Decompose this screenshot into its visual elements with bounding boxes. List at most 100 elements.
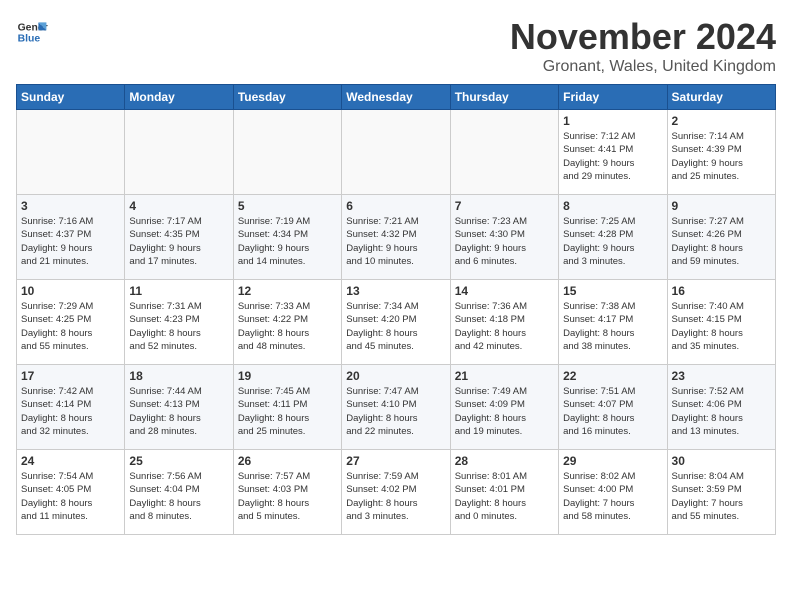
- day-number: 15: [563, 284, 662, 298]
- day-number: 5: [238, 199, 337, 213]
- calendar-cell: 17 Sunrise: 7:42 AM Sunset: 4:14 PM Dayli…: [17, 365, 125, 450]
- day-info: Sunrise: 7:52 AM Sunset: 4:06 PM Dayligh…: [672, 385, 771, 438]
- calendar-cell: 21 Sunrise: 7:49 AM Sunset: 4:09 PM Dayli…: [450, 365, 558, 450]
- calendar-cell: 1 Sunrise: 7:12 AM Sunset: 4:41 PM Daylig…: [559, 110, 667, 195]
- day-number: 9: [672, 199, 771, 213]
- calendar-cell: 13 Sunrise: 7:34 AM Sunset: 4:20 PM Dayli…: [342, 280, 450, 365]
- calendar-cell: 6 Sunrise: 7:21 AM Sunset: 4:32 PM Daylig…: [342, 195, 450, 280]
- day-number: 1: [563, 114, 662, 128]
- calendar-cell: 23Sunrise: 7:52 AM Sunset: 4:06 PM Dayli…: [667, 365, 775, 450]
- calendar-table: SundayMondayTuesdayWednesdayThursdayFrid…: [16, 84, 776, 535]
- calendar-cell: 26Sunrise: 7:57 AM Sunset: 4:03 PM Dayli…: [233, 450, 341, 535]
- day-info: Sunrise: 7:12 AM Sunset: 4:41 PM Dayligh…: [563, 130, 662, 183]
- day-number: 18: [129, 369, 228, 383]
- calendar-cell: 25 Sunrise: 7:56 AM Sunset: 4:04 PM Dayli…: [125, 450, 233, 535]
- day-info: Sunrise: 7:16 AM Sunset: 4:37 PM Dayligh…: [21, 215, 120, 268]
- day-info: Sunrise: 7:47 AM Sunset: 4:10 PM Dayligh…: [346, 385, 445, 438]
- calendar-cell: 22 Sunrise: 7:51 AM Sunset: 4:07 PM Dayli…: [559, 365, 667, 450]
- day-info: Sunrise: 7:29 AM Sunset: 4:25 PM Dayligh…: [21, 300, 120, 353]
- day-number: 17: [21, 369, 120, 383]
- day-info: Sunrise: 7:19 AM Sunset: 4:34 PM Dayligh…: [238, 215, 337, 268]
- calendar-cell: 2 Sunrise: 7:14 AM Sunset: 4:39 PM Daylig…: [667, 110, 775, 195]
- day-info: Sunrise: 7:36 AM Sunset: 4:18 PM Dayligh…: [455, 300, 554, 353]
- calendar-cell: 10 Sunrise: 7:29 AM Sunset: 4:25 PM Dayli…: [17, 280, 125, 365]
- calendar-cell: [342, 110, 450, 195]
- month-title: November 2024: [510, 16, 776, 58]
- calendar-cell: 20Sunrise: 7:47 AM Sunset: 4:10 PM Dayli…: [342, 365, 450, 450]
- day-number: 13: [346, 284, 445, 298]
- day-number: 21: [455, 369, 554, 383]
- page-header: General Blue November 2024 Gronant, Wale…: [16, 16, 776, 76]
- day-info: Sunrise: 7:34 AM Sunset: 4:20 PM Dayligh…: [346, 300, 445, 353]
- day-info: Sunrise: 7:51 AM Sunset: 4:07 PM Dayligh…: [563, 385, 662, 438]
- day-info: Sunrise: 7:40 AM Sunset: 4:15 PM Dayligh…: [672, 300, 771, 353]
- title-area: November 2024 Gronant, Wales, United Kin…: [510, 16, 776, 76]
- day-number: 26: [238, 454, 337, 468]
- calendar-cell: 8 Sunrise: 7:25 AM Sunset: 4:28 PM Daylig…: [559, 195, 667, 280]
- day-info: Sunrise: 7:49 AM Sunset: 4:09 PM Dayligh…: [455, 385, 554, 438]
- calendar-cell: 4 Sunrise: 7:17 AM Sunset: 4:35 PM Daylig…: [125, 195, 233, 280]
- day-info: Sunrise: 7:25 AM Sunset: 4:28 PM Dayligh…: [563, 215, 662, 268]
- day-number: 24: [21, 454, 120, 468]
- day-number: 7: [455, 199, 554, 213]
- day-info: Sunrise: 7:56 AM Sunset: 4:04 PM Dayligh…: [129, 470, 228, 523]
- weekday-header-wednesday: Wednesday: [342, 85, 450, 110]
- weekday-header-saturday: Saturday: [667, 85, 775, 110]
- day-number: 16: [672, 284, 771, 298]
- day-info: Sunrise: 7:14 AM Sunset: 4:39 PM Dayligh…: [672, 130, 771, 183]
- day-info: Sunrise: 7:33 AM Sunset: 4:22 PM Dayligh…: [238, 300, 337, 353]
- calendar-cell: 18 Sunrise: 7:44 AM Sunset: 4:13 PM Dayli…: [125, 365, 233, 450]
- calendar-cell: 29 Sunrise: 8:02 AM Sunset: 4:00 PM Dayli…: [559, 450, 667, 535]
- day-number: 11: [129, 284, 228, 298]
- day-number: 19: [238, 369, 337, 383]
- logo: General Blue: [16, 16, 48, 48]
- day-number: 22: [563, 369, 662, 383]
- day-number: 12: [238, 284, 337, 298]
- day-number: 30: [672, 454, 771, 468]
- day-info: Sunrise: 8:04 AM Sunset: 3:59 PM Dayligh…: [672, 470, 771, 523]
- day-info: Sunrise: 7:38 AM Sunset: 4:17 PM Dayligh…: [563, 300, 662, 353]
- calendar-cell: 19 Sunrise: 7:45 AM Sunset: 4:11 PM Dayli…: [233, 365, 341, 450]
- logo-icon: General Blue: [16, 16, 48, 48]
- calendar-cell: 3Sunrise: 7:16 AM Sunset: 4:37 PM Daylig…: [17, 195, 125, 280]
- calendar-cell: 15 Sunrise: 7:38 AM Sunset: 4:17 PM Dayli…: [559, 280, 667, 365]
- day-info: Sunrise: 7:44 AM Sunset: 4:13 PM Dayligh…: [129, 385, 228, 438]
- calendar-cell: 30 Sunrise: 8:04 AM Sunset: 3:59 PM Dayli…: [667, 450, 775, 535]
- day-info: Sunrise: 7:45 AM Sunset: 4:11 PM Dayligh…: [238, 385, 337, 438]
- day-number: 28: [455, 454, 554, 468]
- day-info: Sunrise: 7:31 AM Sunset: 4:23 PM Dayligh…: [129, 300, 228, 353]
- svg-text:Blue: Blue: [18, 34, 41, 45]
- day-info: Sunrise: 7:54 AM Sunset: 4:05 PM Dayligh…: [21, 470, 120, 523]
- calendar-cell: [17, 110, 125, 195]
- day-info: Sunrise: 7:59 AM Sunset: 4:02 PM Dayligh…: [346, 470, 445, 523]
- day-number: 6: [346, 199, 445, 213]
- day-number: 4: [129, 199, 228, 213]
- day-info: Sunrise: 7:17 AM Sunset: 4:35 PM Dayligh…: [129, 215, 228, 268]
- calendar-cell: 12 Sunrise: 7:33 AM Sunset: 4:22 PM Dayli…: [233, 280, 341, 365]
- calendar-cell: 28 Sunrise: 8:01 AM Sunset: 4:01 PM Dayli…: [450, 450, 558, 535]
- weekday-header-tuesday: Tuesday: [233, 85, 341, 110]
- day-info: Sunrise: 8:02 AM Sunset: 4:00 PM Dayligh…: [563, 470, 662, 523]
- day-info: Sunrise: 7:27 AM Sunset: 4:26 PM Dayligh…: [672, 215, 771, 268]
- calendar-cell: 5 Sunrise: 7:19 AM Sunset: 4:34 PM Daylig…: [233, 195, 341, 280]
- calendar-cell: 11 Sunrise: 7:31 AM Sunset: 4:23 PM Dayli…: [125, 280, 233, 365]
- location: Gronant, Wales, United Kingdom: [510, 58, 776, 76]
- calendar-cell: [233, 110, 341, 195]
- day-number: 2: [672, 114, 771, 128]
- weekday-header-thursday: Thursday: [450, 85, 558, 110]
- day-number: 14: [455, 284, 554, 298]
- day-info: Sunrise: 7:21 AM Sunset: 4:32 PM Dayligh…: [346, 215, 445, 268]
- weekday-header-friday: Friday: [559, 85, 667, 110]
- calendar-cell: 24 Sunrise: 7:54 AM Sunset: 4:05 PM Dayli…: [17, 450, 125, 535]
- calendar-cell: 16 Sunrise: 7:40 AM Sunset: 4:15 PM Dayli…: [667, 280, 775, 365]
- weekday-header-sunday: Sunday: [17, 85, 125, 110]
- calendar-cell: 27 Sunrise: 7:59 AM Sunset: 4:02 PM Dayli…: [342, 450, 450, 535]
- weekday-header-monday: Monday: [125, 85, 233, 110]
- day-info: Sunrise: 8:01 AM Sunset: 4:01 PM Dayligh…: [455, 470, 554, 523]
- day-info: Sunrise: 7:42 AM Sunset: 4:14 PM Dayligh…: [21, 385, 120, 438]
- day-number: 10: [21, 284, 120, 298]
- day-number: 25: [129, 454, 228, 468]
- day-number: 29: [563, 454, 662, 468]
- day-number: 27: [346, 454, 445, 468]
- day-number: 8: [563, 199, 662, 213]
